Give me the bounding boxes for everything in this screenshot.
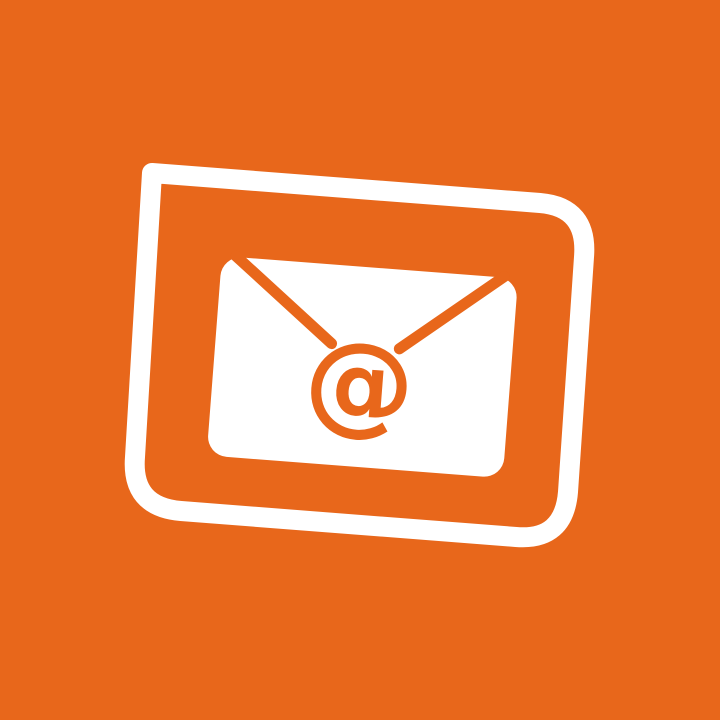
email-icon-tile: @ <box>0 0 720 720</box>
email-icon-graphic: @ <box>124 163 595 548</box>
at-symbol: @ <box>300 315 419 451</box>
envelope-icon: @ <box>208 250 517 477</box>
